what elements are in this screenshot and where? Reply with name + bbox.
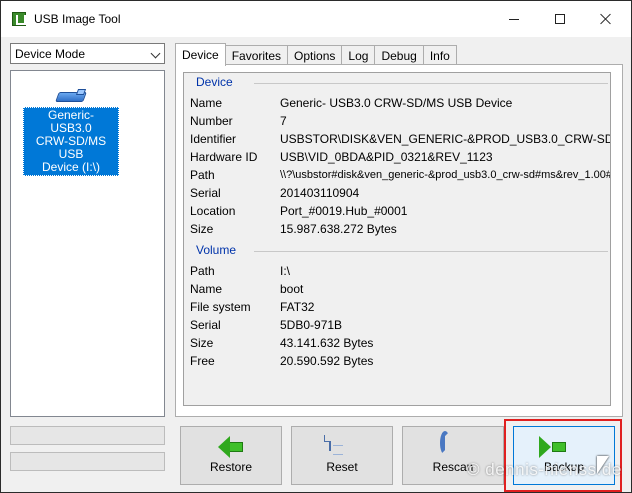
info-key: Serial — [190, 318, 221, 332]
device-group-title: Device — [196, 75, 236, 89]
minimize-icon — [509, 18, 519, 20]
info-row: Name Generic- USB3.0 CRW-SD/MS USB Device — [190, 94, 512, 112]
info-key: Name — [190, 282, 223, 296]
info-key: Identifier — [190, 132, 237, 146]
info-value: USBSTOR\DISK&VEN_GENERIC-&PROD_USB3.0_CR… — [280, 132, 610, 146]
info-value: Port_#0019.Hub_#0001 — [280, 204, 408, 218]
info-row: Size 43.141.632 Bytes — [190, 334, 373, 352]
mode-select-value: Device Mode — [15, 46, 86, 61]
info-key: Path — [190, 264, 215, 278]
info-key: Path — [190, 168, 215, 182]
reset-button[interactable]: Reset — [291, 426, 393, 485]
device-info-pane[interactable]: Device Name Generic- USB3.0 CRW-SD/MS USB… — [183, 72, 611, 406]
tab-strip: Device Favorites Options Log Debug Info — [175, 43, 457, 66]
info-row: Location Port_#0019.Hub_#0001 — [190, 202, 407, 220]
document-icon — [329, 435, 355, 462]
device-item-label: Generic- USB3.0 CRW-SD/MS USB Device (I:… — [23, 107, 119, 176]
info-key: Name — [190, 96, 223, 110]
chevron-down-icon — [150, 48, 161, 59]
info-row: File system FAT32 — [190, 298, 314, 316]
progress-bar-2 — [10, 452, 165, 471]
info-row: Identifier USBSTOR\DISK&VEN_GENERIC-&PROD… — [190, 130, 610, 148]
info-value: USB\VID_0BDA&PID_0321&REV_1123 — [280, 150, 493, 164]
info-row: Free 20.590.592 Bytes — [190, 352, 373, 370]
app-icon — [12, 12, 26, 26]
info-row: Serial 5DB0-971B — [190, 316, 342, 334]
info-value: boot — [280, 282, 304, 296]
group-divider — [254, 83, 608, 84]
tab-log[interactable]: Log — [341, 45, 376, 65]
arrow-left-icon — [218, 436, 244, 462]
device-list[interactable]: Generic- USB3.0 CRW-SD/MS USB Device (I:… — [10, 70, 165, 417]
info-key: Size — [190, 222, 214, 236]
group-divider — [254, 251, 608, 252]
info-value: Generic- USB3.0 CRW-SD/MS USB Device — [280, 96, 513, 110]
info-value: 43.141.632 Bytes — [280, 336, 374, 350]
close-icon — [600, 13, 612, 25]
mode-select[interactable]: Device Mode — [10, 43, 165, 64]
info-value: \\?\usbstor#disk&ven_generic-&prod_usb3.… — [280, 169, 611, 181]
info-value: 7 — [280, 114, 287, 128]
tab-info[interactable]: Info — [422, 45, 457, 65]
tab-device[interactable]: Device — [175, 43, 226, 66]
reset-label: Reset — [326, 460, 358, 474]
tab-favorites[interactable]: Favorites — [224, 45, 289, 65]
info-value: 20.590.592 Bytes — [280, 354, 374, 368]
volume-group-title: Volume — [196, 243, 240, 257]
maximize-icon — [555, 14, 565, 24]
info-key: Location — [190, 204, 236, 218]
device-list-item[interactable]: Generic- USB3.0 CRW-SD/MS USB Device (I:… — [23, 89, 119, 176]
info-row: Path I:\ — [190, 262, 290, 280]
mouse-cursor-icon — [597, 456, 609, 474]
window-title: USB Image Tool — [34, 12, 121, 26]
usb-image-tool-window: USB Image Tool Device Mode Generic- USB3… — [0, 0, 632, 493]
tab-options[interactable]: Options — [287, 45, 343, 65]
info-key: Hardware ID — [190, 150, 258, 164]
close-button[interactable] — [583, 1, 629, 37]
info-row: Size 15.987.638.272 Bytes — [190, 220, 397, 238]
info-row: Path \\?\usbstor#disk&ven_generic-&prod_u… — [190, 166, 611, 184]
info-value: 201403110904 — [280, 186, 360, 200]
info-value: 5DB0-971B — [280, 318, 343, 332]
minimize-button[interactable] — [491, 1, 537, 37]
info-row: Name boot — [190, 280, 303, 298]
arrow-right-icon — [539, 436, 577, 462]
refresh-icon — [440, 431, 466, 462]
info-key: Size — [190, 336, 214, 350]
title-bar[interactable]: USB Image Tool — [1, 1, 631, 37]
restore-button[interactable]: Restore — [180, 426, 282, 485]
info-row: Serial 201403110904 — [190, 184, 359, 202]
info-key: Number — [190, 114, 233, 128]
info-value: 15.987.638.272 Bytes — [280, 222, 397, 236]
info-key: File system — [190, 300, 251, 314]
info-key: Free — [190, 354, 215, 368]
progress-bar-1 — [10, 426, 165, 445]
device-tab-panel: Device Name Generic- USB3.0 CRW-SD/MS USB… — [175, 64, 623, 417]
info-row: Number 7 — [190, 112, 287, 130]
info-key: Serial — [190, 186, 221, 200]
info-value: FAT32 — [280, 300, 315, 314]
tab-debug[interactable]: Debug — [374, 45, 424, 65]
usb-drive-icon — [55, 89, 87, 103]
maximize-button[interactable] — [537, 1, 583, 37]
info-row: Hardware ID USB\VID_0BDA&PID_0321&REV_112… — [190, 148, 493, 166]
info-value: I:\ — [280, 264, 291, 278]
restore-label: Restore — [209, 460, 253, 474]
